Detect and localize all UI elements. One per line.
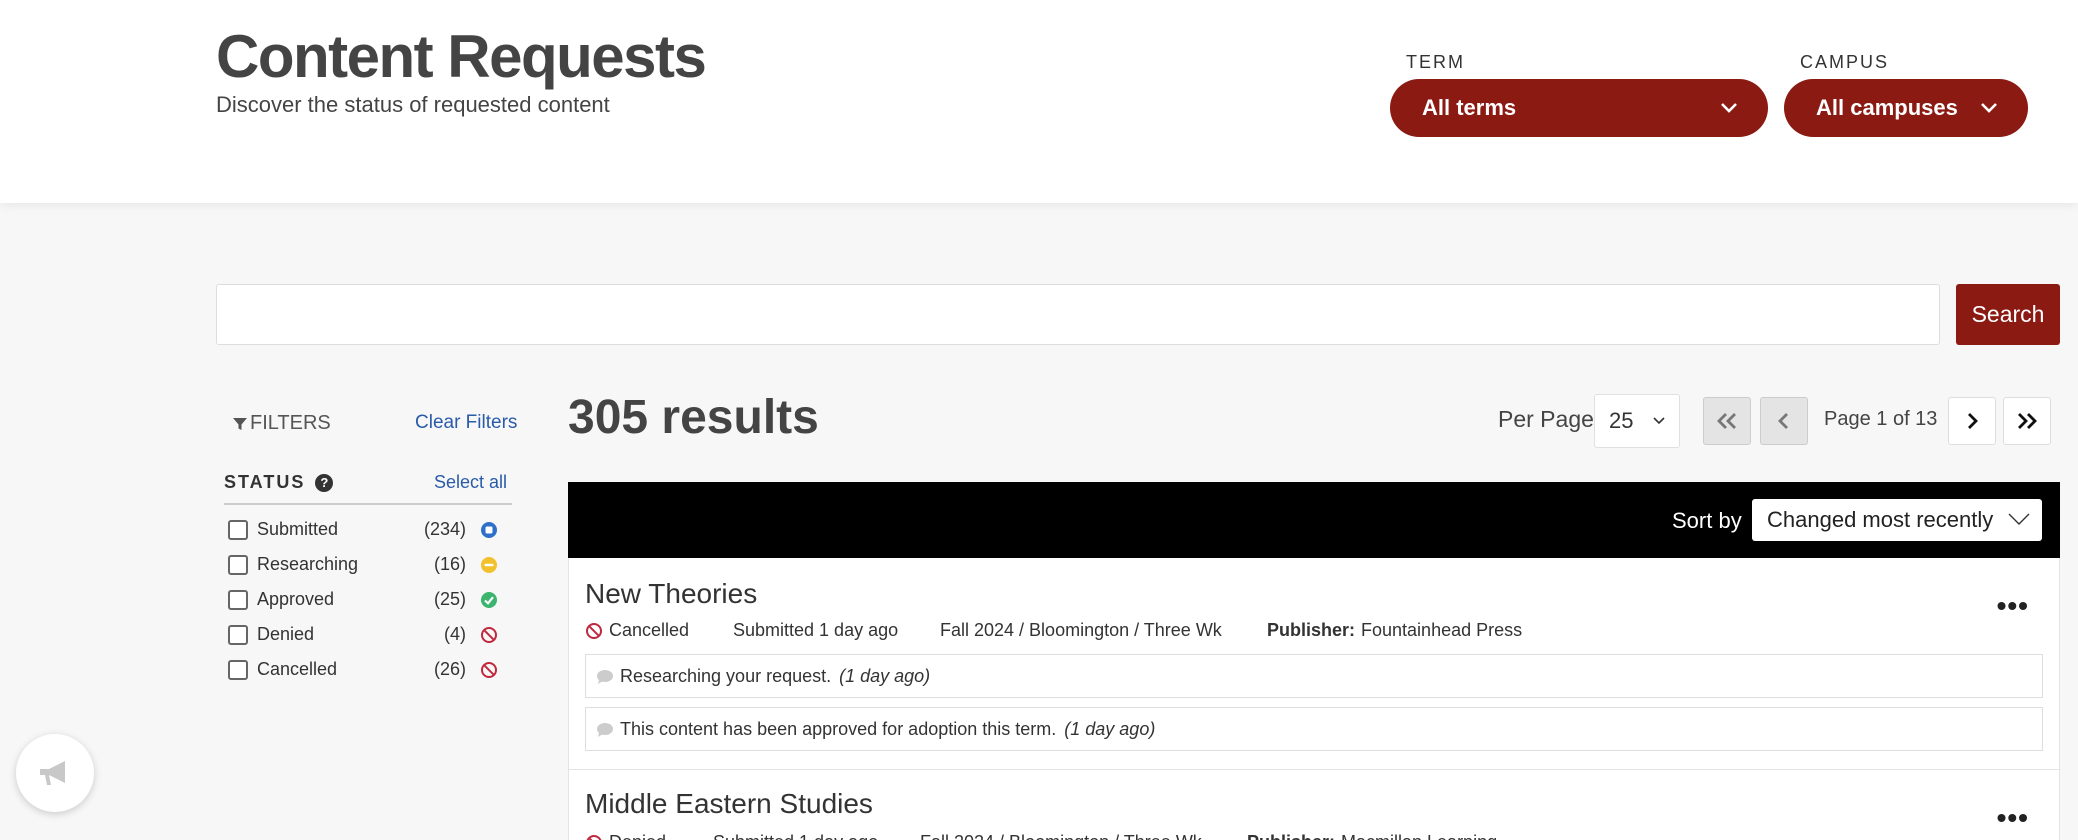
- denied-checkbox[interactable]: [228, 625, 248, 645]
- status-filter-denied[interactable]: Denied (4): [228, 623, 498, 647]
- request-title[interactable]: Middle Eastern Studies: [585, 788, 873, 820]
- sort-label: Sort by: [1672, 508, 1742, 533]
- denied-icon: [481, 627, 497, 643]
- status-filter-label: Denied: [257, 624, 315, 644]
- double-chevron-right-icon: [2018, 413, 2037, 429]
- status-heading: STATUS ?: [224, 472, 334, 493]
- chevron-down-icon: [1721, 103, 1737, 113]
- cancelled-checkbox[interactable]: [228, 660, 248, 680]
- researching-icon: [481, 557, 497, 573]
- request-card[interactable]: Middle Eastern Studies ••• Denied Submit…: [568, 770, 2060, 840]
- publisher-label: Publisher:: [1247, 832, 1335, 840]
- status-filter-submitted[interactable]: Submitted (234): [228, 518, 498, 542]
- chevron-right-icon: [1968, 413, 1978, 429]
- status-filter-researching[interactable]: Researching (16): [228, 553, 498, 577]
- status-filter-count: (25): [433, 589, 466, 609]
- request-publisher: Publisher: Macmillan Learning: [1247, 832, 1497, 840]
- first-page-button[interactable]: [1703, 397, 1751, 445]
- request-status: Cancelled: [585, 620, 689, 641]
- previous-page-button[interactable]: [1760, 397, 1808, 445]
- per-page-value: 25: [1609, 408, 1634, 433]
- page-title: Content Requests: [216, 23, 707, 90]
- request-status: Denied: [585, 832, 666, 840]
- submitted-checkbox[interactable]: [228, 520, 248, 540]
- request-term-path: Fall 2024 / Bloomington / Three Wk: [940, 620, 1222, 640]
- page-header: Content Requests Discover the status of …: [0, 0, 2078, 203]
- status-filter-label: Researching: [257, 554, 359, 574]
- sort-select[interactable]: Changed most recently: [1752, 499, 2042, 541]
- request-status-label: Denied: [609, 832, 666, 840]
- help-icon[interactable]: ?: [315, 473, 334, 492]
- denied-icon: [586, 834, 602, 840]
- search-button[interactable]: Search: [1956, 284, 2060, 345]
- comment-text: This content has been approved for adopt…: [620, 718, 1057, 739]
- results-count: 305 results: [568, 391, 819, 444]
- term-label: TERM: [1406, 52, 1465, 72]
- search-input[interactable]: [216, 284, 1940, 345]
- per-page-label: Per Page: [1498, 406, 1594, 432]
- request-submitted: Submitted 1 day ago: [713, 832, 878, 840]
- request-term-path: Fall 2024 / Bloomington / Three Wk: [920, 832, 1202, 840]
- campus-dropdown-value: All campuses: [1816, 95, 1958, 120]
- select-all-link[interactable]: Select all: [434, 472, 507, 493]
- last-page-button[interactable]: [2003, 397, 2051, 445]
- request-title[interactable]: New Theories: [585, 578, 757, 610]
- researching-checkbox[interactable]: [228, 555, 248, 575]
- chevron-down-icon: [1653, 417, 1665, 425]
- status-filter-label: Cancelled: [257, 659, 338, 679]
- status-title: STATUS: [224, 472, 306, 492]
- more-options-icon[interactable]: •••: [1997, 590, 2029, 622]
- status-filter-label: Approved: [257, 589, 335, 609]
- request-card[interactable]: New Theories ••• Cancelled Submitted 1 d…: [568, 558, 2060, 770]
- request-status-label: Cancelled: [609, 620, 690, 640]
- term-dropdown[interactable]: All terms: [1390, 79, 1768, 137]
- approved-checkbox[interactable]: [228, 590, 248, 610]
- comment-item: Researching your request. (1 day ago): [585, 654, 2043, 698]
- next-page-button[interactable]: [1948, 397, 1996, 445]
- filters-heading: FILTERS: [232, 412, 331, 435]
- clear-filters-link[interactable]: Clear Filters: [415, 412, 517, 434]
- status-filter-label: Submitted: [257, 519, 339, 539]
- cancelled-icon: [481, 662, 497, 678]
- publisher-name: Macmillan Learning: [1341, 832, 1497, 840]
- publisher-name: Fountainhead Press: [1361, 620, 1523, 640]
- comment-time: (1 day ago): [839, 665, 931, 686]
- megaphone-icon: [40, 761, 65, 785]
- comment-time: (1 day ago): [1064, 718, 1156, 739]
- comment-text: Researching your request.: [620, 665, 832, 686]
- status-filter-count: (16): [433, 554, 466, 574]
- per-page-select[interactable]: 25: [1594, 394, 1680, 448]
- approved-icon: [481, 592, 497, 608]
- status-filter-cancelled[interactable]: Cancelled (26): [228, 658, 498, 682]
- status-filter-count: (4): [444, 624, 466, 644]
- request-submitted: Submitted 1 day ago: [733, 620, 899, 640]
- page-subtitle: Discover the status of requested content: [216, 92, 610, 117]
- sort-select-value: Changed most recently: [1767, 507, 1994, 532]
- status-filter-count: (234): [423, 519, 466, 539]
- double-chevron-left-icon: [1717, 413, 1736, 429]
- status-filter-count: (26): [433, 659, 466, 679]
- term-dropdown-value: All terms: [1422, 95, 1517, 120]
- status-divider: [224, 503, 512, 505]
- campus-label: CAMPUS: [1800, 52, 1890, 72]
- comment-icon: [597, 723, 613, 737]
- chevron-left-icon: [1778, 413, 1788, 429]
- publisher-label: Publisher:: [1267, 620, 1356, 640]
- cancelled-icon: [586, 622, 602, 639]
- comment-icon: [597, 670, 613, 684]
- request-publisher: Publisher: Fountainhead Press: [1267, 620, 1522, 641]
- page-info: Page 1 of 13: [1824, 408, 1938, 430]
- more-options-icon[interactable]: •••: [1997, 802, 2029, 834]
- chevron-down-icon: [1981, 103, 1997, 113]
- filters-title: FILTERS: [250, 412, 331, 434]
- announcements-button[interactable]: [16, 734, 94, 812]
- submitted-icon: [481, 522, 497, 538]
- comment-item: This content has been approved for adopt…: [585, 707, 2043, 751]
- campus-dropdown[interactable]: All campuses: [1784, 79, 2028, 137]
- status-filter-approved[interactable]: Approved (25): [228, 588, 498, 612]
- chevron-down-icon: [2008, 513, 2030, 525]
- filter-icon: [233, 417, 247, 430]
